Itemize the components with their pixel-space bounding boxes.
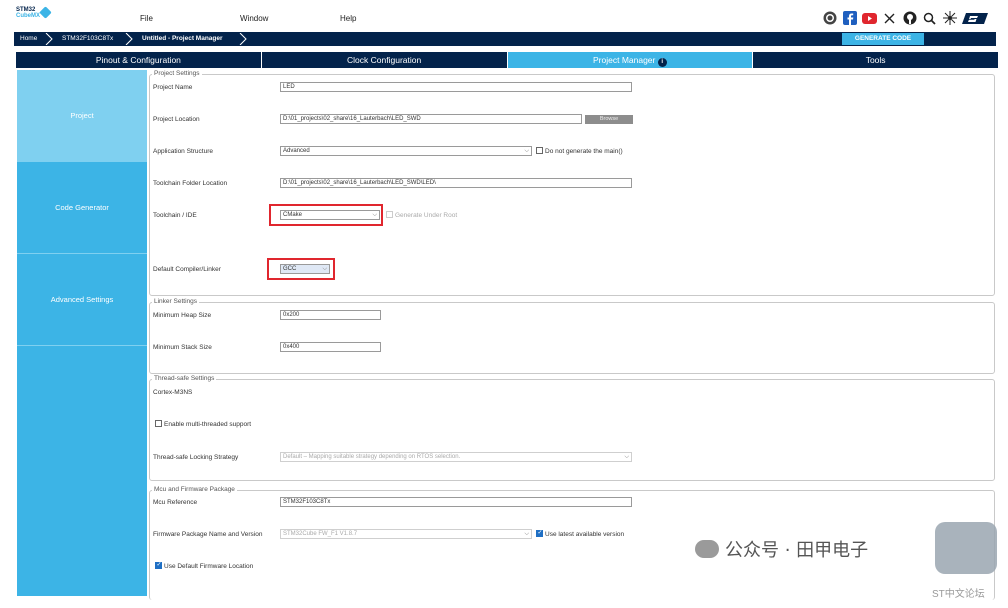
tab-tools[interactable]: Tools [753,52,998,68]
youtube-icon[interactable] [862,11,877,26]
forum-watermark: ST中文论坛 [932,589,985,600]
toolchain-folder-field[interactable]: D:\01_projects\02_share\16_Lauterbach\LE… [280,178,632,188]
toolchain-folder-label: Toolchain Folder Location [153,180,228,187]
core-label: Cortex-M3NS [153,389,193,396]
tab-label: Tools [865,55,886,65]
highlight-box [267,258,335,280]
chevron-right-icon [125,33,133,45]
breadcrumb-project[interactable]: Untitled - Project Manager [142,32,223,46]
tab-project-manager[interactable]: Project Manager i [507,52,754,68]
multithread-checkbox[interactable] [155,420,162,427]
menu-help[interactable]: Help [340,14,356,23]
st-logo-icon [962,11,990,26]
multithread-label: Enable multi-threaded support [164,421,252,428]
tab-label: Pinout & Configuration [95,55,181,65]
toolchain-ide-label: Toolchain / IDE [153,212,197,219]
app-structure-select[interactable]: Advanced ⌵ [280,146,532,156]
top-icons [822,9,990,27]
breadcrumb-home[interactable]: Home [20,32,37,46]
compiler-label: Default Compiler/Linker [153,266,221,273]
main-tabs: Pinout & Configuration Clock Configurati… [16,52,998,68]
chevron-down-icon: ⌵ [524,148,529,154]
select-value: Advanced [283,148,310,154]
search-icon[interactable] [922,11,937,26]
stack-size-field[interactable]: 0x400 [280,342,381,352]
thread-safe-settings-group: Thread-safe Settings [149,375,995,481]
generate-under-root-label: Generate Under Root [395,212,458,219]
watermark-text: 公众号 · 田甲电子 [725,540,869,561]
network-icon[interactable] [942,11,957,26]
group-title: Linker Settings [152,298,199,305]
forum-logo [935,522,997,574]
sidebar-item-project[interactable]: Project [17,70,147,162]
group-title: Project Settings [152,70,202,77]
project-name-field[interactable]: LED [280,82,632,92]
chevron-right-icon [239,33,247,45]
no-main-checkbox[interactable] [536,147,543,154]
select-value: Default – Mapping suitable strategy depe… [283,454,461,460]
group-title: Thread-safe Settings [152,375,217,382]
watermark: 公众号 · 田甲电子 [695,536,868,562]
project-name-label: Project Name [153,84,193,91]
group-title: Mcu and Firmware Package [152,486,237,493]
heap-size-field[interactable]: 0x200 [280,310,381,320]
select-value: STM32Cube FW_F1 V1.8.7 [283,531,358,537]
sidebar-item-advanced-settings[interactable]: Advanced Settings [17,254,147,346]
generate-under-root-checkbox[interactable] [386,211,393,218]
breadcrumb-mcu[interactable]: STM32F103C8Tx [62,32,113,46]
stm32cubemx-logo: STM32 CubeMX [16,6,56,29]
chevron-down-icon: ⌵ [524,531,529,537]
sidebar: Project Code Generator Advanced Settings [17,70,147,596]
info-icon: i [657,58,667,67]
chevron-down-icon: ⌵ [624,454,629,460]
project-location-label: Project Location [153,116,200,123]
tab-label: Project Manager [593,55,656,65]
use-latest-version-checkbox[interactable] [536,529,543,537]
menu-bar: STM32 CubeMX File Window Help [0,0,1008,32]
tab-pinout[interactable]: Pinout & Configuration [16,52,262,68]
locking-strategy-select[interactable]: Default – Mapping suitable strategy depe… [280,452,632,462]
mcu-reference-field: STM32F103C8Tx [280,497,632,507]
wechat-icon [695,540,719,558]
menu-window[interactable]: Window [240,14,268,23]
chevron-right-icon [45,33,53,45]
use-latest-version-label: Use latest available version [545,531,625,538]
github-icon[interactable] [902,11,917,26]
use-default-fw-location-label: Use Default Firmware Location [164,563,254,570]
menu-file[interactable]: File [140,14,153,23]
stack-size-label: Minimum Stack Size [153,344,212,351]
highlight-box [269,204,383,226]
linker-settings-group: Linker Settings [149,298,995,374]
project-location-field[interactable]: D:\01_projects\02_share\16_Lauterbach\LE… [280,114,582,124]
locking-strategy-label: Thread-safe Locking Strategy [153,454,239,461]
heap-size-label: Minimum Heap Size [153,312,212,319]
app-structure-label: Application Structure [153,148,213,155]
generate-code-button[interactable]: GENERATE CODE [842,33,924,45]
x-icon[interactable] [882,11,897,26]
firmware-package-label: Firmware Package Name and Version [153,531,263,538]
sidebar-item-code-generator[interactable]: Code Generator [17,162,147,254]
no-main-label: Do not generate the main() [545,148,623,155]
mcu-reference-label: Mcu Reference [153,499,198,506]
anniversary-icon[interactable] [822,11,837,26]
tab-clock[interactable]: Clock Configuration [262,52,508,68]
browse-button[interactable]: Browse [585,115,633,124]
use-default-fw-location-checkbox[interactable] [155,561,162,569]
firmware-package-select[interactable]: STM32Cube FW_F1 V1.8.7 ⌵ [280,529,532,539]
tab-label: Clock Configuration [347,55,422,65]
facebook-icon[interactable] [842,11,857,26]
